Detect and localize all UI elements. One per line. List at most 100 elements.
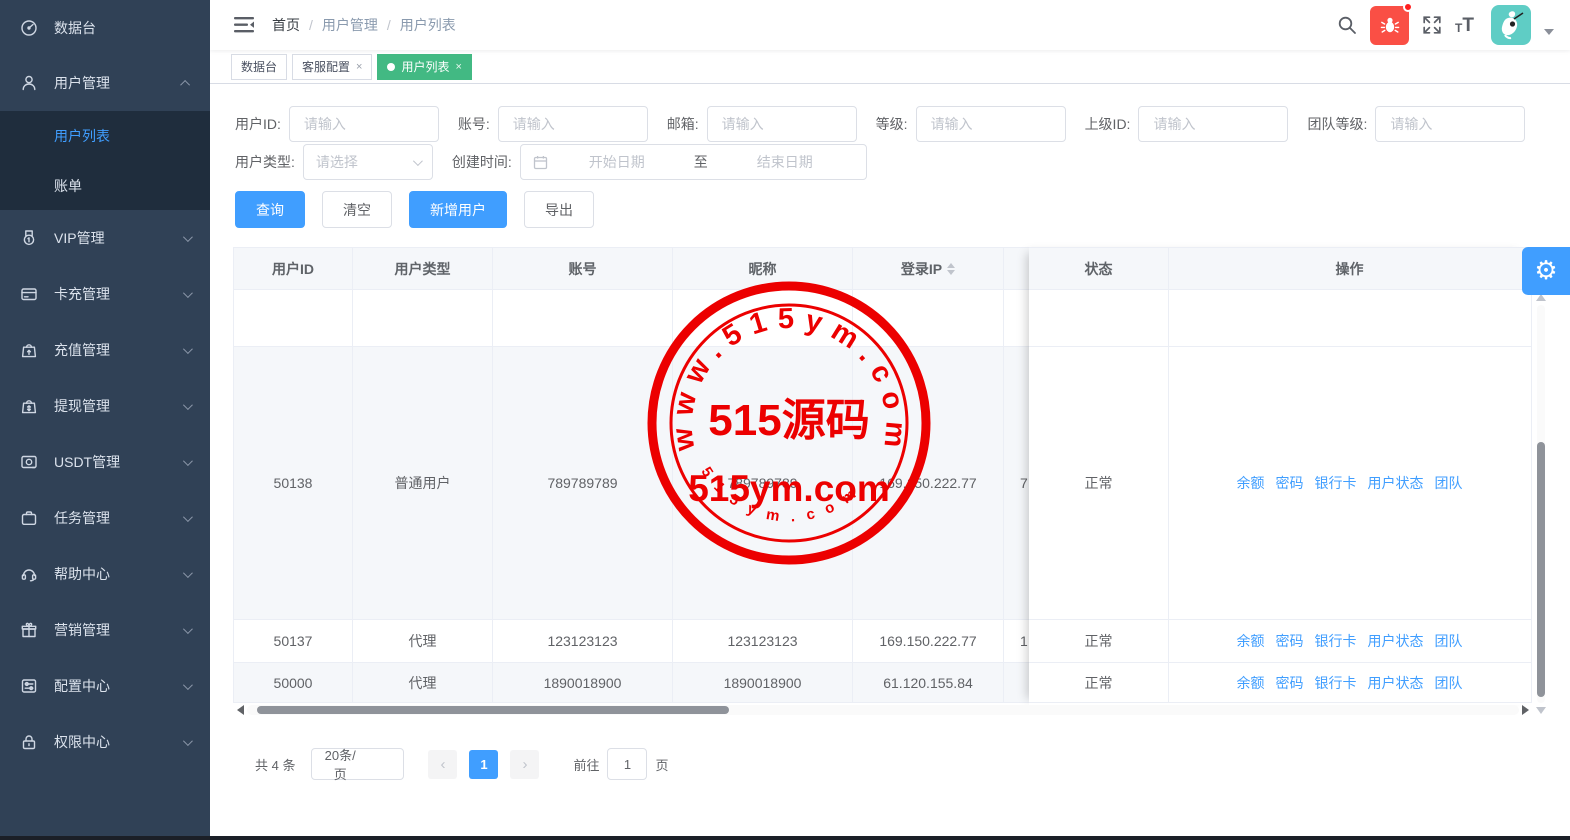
balance-link[interactable]: 余额 xyxy=(1237,631,1265,651)
password-link[interactable]: 密码 xyxy=(1276,631,1304,651)
add-user-button[interactable]: 新增用户 xyxy=(409,191,507,228)
start-date-placeholder[interactable]: 开始日期 xyxy=(548,152,686,172)
sidebar-item-marketing[interactable]: 营销管理 xyxy=(0,602,210,658)
column-header-login-ip[interactable]: 登录IP xyxy=(853,248,1004,289)
cell-account: 789789789 xyxy=(493,347,673,619)
sidebar-item-dashboard[interactable]: 数据台 xyxy=(0,0,210,55)
date-range-picker[interactable]: 开始日期 至 结束日期 xyxy=(520,144,867,180)
search-icon[interactable] xyxy=(1337,15,1357,35)
sidebar-item-bills[interactable]: 账单 xyxy=(0,161,210,210)
export-button[interactable]: 导出 xyxy=(524,191,594,228)
chevron-down-icon xyxy=(183,400,193,410)
bank-card-link[interactable]: 银行卡 xyxy=(1315,673,1357,693)
team-link[interactable]: 团队 xyxy=(1435,673,1463,693)
team-link[interactable]: 团队 xyxy=(1435,473,1463,493)
tabs-bar: 数据台 客服配置 × 用户列表 × xyxy=(210,50,1570,84)
user-type-select[interactable]: 请选择 xyxy=(303,144,433,180)
cell-login-ip xyxy=(853,290,1004,346)
scroll-down-arrow[interactable] xyxy=(1536,707,1546,714)
tab-service-config[interactable]: 客服配置 × xyxy=(292,54,372,80)
bank-card-link[interactable]: 银行卡 xyxy=(1315,631,1357,651)
cell-login-ip: 61.120.155.84 xyxy=(853,663,1004,702)
hamburger-icon[interactable] xyxy=(234,16,254,34)
clear-button[interactable]: 清空 xyxy=(322,191,392,228)
team-level-input[interactable] xyxy=(1375,106,1525,142)
user-id-input[interactable] xyxy=(289,106,439,142)
sidebar-item-permission-center[interactable]: 权限中心 xyxy=(0,714,210,770)
horizontal-scroll-thumb[interactable] xyxy=(257,706,729,714)
sidebar-submenu-user: 用户列表 账单 xyxy=(0,111,210,210)
fullscreen-icon[interactable] xyxy=(1422,15,1442,35)
balance-link[interactable]: 余额 xyxy=(1237,473,1265,493)
vertical-scroll-track[interactable] xyxy=(1537,305,1545,703)
fixed-row[interactable]: 正常 余额 密码 银行卡 用户状态 团队 xyxy=(1029,663,1531,703)
date-range-separator: 至 xyxy=(686,152,716,172)
vertical-scroll-thumb[interactable] xyxy=(1537,442,1545,697)
close-icon[interactable]: × xyxy=(356,61,362,73)
sidebar-item-deposit[interactable]: 充值管理 xyxy=(0,322,210,378)
sort-asc-icon[interactable] xyxy=(947,263,955,268)
scroll-left-arrow[interactable] xyxy=(237,705,244,715)
password-link[interactable]: 密码 xyxy=(1276,473,1304,493)
account-input[interactable] xyxy=(498,106,648,142)
user-status-link[interactable]: 用户状态 xyxy=(1368,473,1424,493)
user-status-link[interactable]: 用户状态 xyxy=(1368,631,1424,651)
fixed-row[interactable] xyxy=(1029,290,1531,347)
horizontal-scroll-track[interactable] xyxy=(247,705,1519,715)
column-header-user-type[interactable]: 用户类型 xyxy=(353,248,493,289)
filter-row-2: 用户类型: 请选择 创建时间: 开始日期 至 结束日期 xyxy=(235,144,886,180)
sidebar-item-help-center[interactable]: 帮助中心 xyxy=(0,546,210,602)
bug-report-button[interactable] xyxy=(1370,6,1409,45)
jump-page-input[interactable] xyxy=(607,748,647,780)
scroll-up-arrow[interactable] xyxy=(1536,294,1546,301)
sidebar-item-label: 任务管理 xyxy=(54,508,183,528)
prev-page-button[interactable]: ‹ xyxy=(428,750,457,779)
fixed-row[interactable]: 正常 余额 密码 银行卡 用户状态 团队 xyxy=(1029,347,1531,620)
vertical-scrollbar[interactable] xyxy=(1536,294,1546,714)
total-count: 共 4 条 xyxy=(255,755,295,774)
column-header-user-id[interactable]: 用户ID xyxy=(234,248,353,289)
balance-link[interactable]: 余额 xyxy=(1237,673,1265,693)
sidebar-item-config-center[interactable]: 配置中心 xyxy=(0,658,210,714)
sidebar-item-user-list[interactable]: 用户列表 xyxy=(0,111,210,161)
chevron-down-icon xyxy=(183,232,193,242)
sidebar-item-label: 用户管理 xyxy=(54,73,183,93)
page-number-1[interactable]: 1 xyxy=(469,750,498,779)
level-input[interactable] xyxy=(916,106,1066,142)
column-header-account[interactable]: 账号 xyxy=(493,248,673,289)
end-date-placeholder[interactable]: 结束日期 xyxy=(716,152,854,172)
usdt-icon xyxy=(20,453,38,471)
settings-flyout-button[interactable]: ⚙ xyxy=(1522,247,1570,295)
sidebar-item-vip[interactable]: VIP管理 xyxy=(0,210,210,266)
sidebar-item-user-management[interactable]: 用户管理 xyxy=(0,55,210,111)
column-header-nickname[interactable]: 昵称 xyxy=(673,248,853,289)
sidebar-item-card-recharge[interactable]: 卡充管理 xyxy=(0,266,210,322)
bank-card-link[interactable]: 银行卡 xyxy=(1315,473,1357,493)
email-input[interactable] xyxy=(707,106,857,142)
sidebar-item-usdt[interactable]: USDT管理 xyxy=(0,434,210,490)
scroll-right-arrow[interactable] xyxy=(1522,705,1529,715)
close-icon[interactable]: × xyxy=(455,61,461,73)
user-status-link[interactable]: 用户状态 xyxy=(1368,673,1424,693)
avatar[interactable] xyxy=(1491,5,1531,45)
search-button[interactable]: 查询 xyxy=(235,191,305,228)
fixed-row[interactable]: 正常 余额 密码 银行卡 用户状态 团队 xyxy=(1029,620,1531,663)
main-area: 首页 / 用户管理 / 用户列表 xyxy=(210,0,1570,840)
sort-icons[interactable] xyxy=(947,263,955,275)
caret-down-icon[interactable] xyxy=(1544,29,1554,35)
password-link[interactable]: 密码 xyxy=(1276,673,1304,693)
sort-desc-icon[interactable] xyxy=(947,270,955,275)
page-size-select[interactable]: 20条/页 xyxy=(311,748,404,780)
column-header-status[interactable]: 状态 xyxy=(1029,248,1169,289)
tab-dashboard[interactable]: 数据台 xyxy=(231,54,287,80)
sidebar-item-withdraw[interactable]: 提现管理 xyxy=(0,378,210,434)
sidebar-item-tasks[interactable]: 任务管理 xyxy=(0,490,210,546)
next-page-button[interactable]: › xyxy=(510,750,539,779)
tab-user-list[interactable]: 用户列表 × xyxy=(377,54,471,80)
font-size-icon[interactable]: TT xyxy=(1455,17,1474,34)
breadcrumb-home[interactable]: 首页 xyxy=(272,15,300,35)
horizontal-scrollbar[interactable] xyxy=(237,704,1529,716)
team-link[interactable]: 团队 xyxy=(1435,631,1463,651)
parent-id-input[interactable] xyxy=(1138,106,1288,142)
breadcrumb-user-management[interactable]: 用户管理 xyxy=(322,15,378,35)
